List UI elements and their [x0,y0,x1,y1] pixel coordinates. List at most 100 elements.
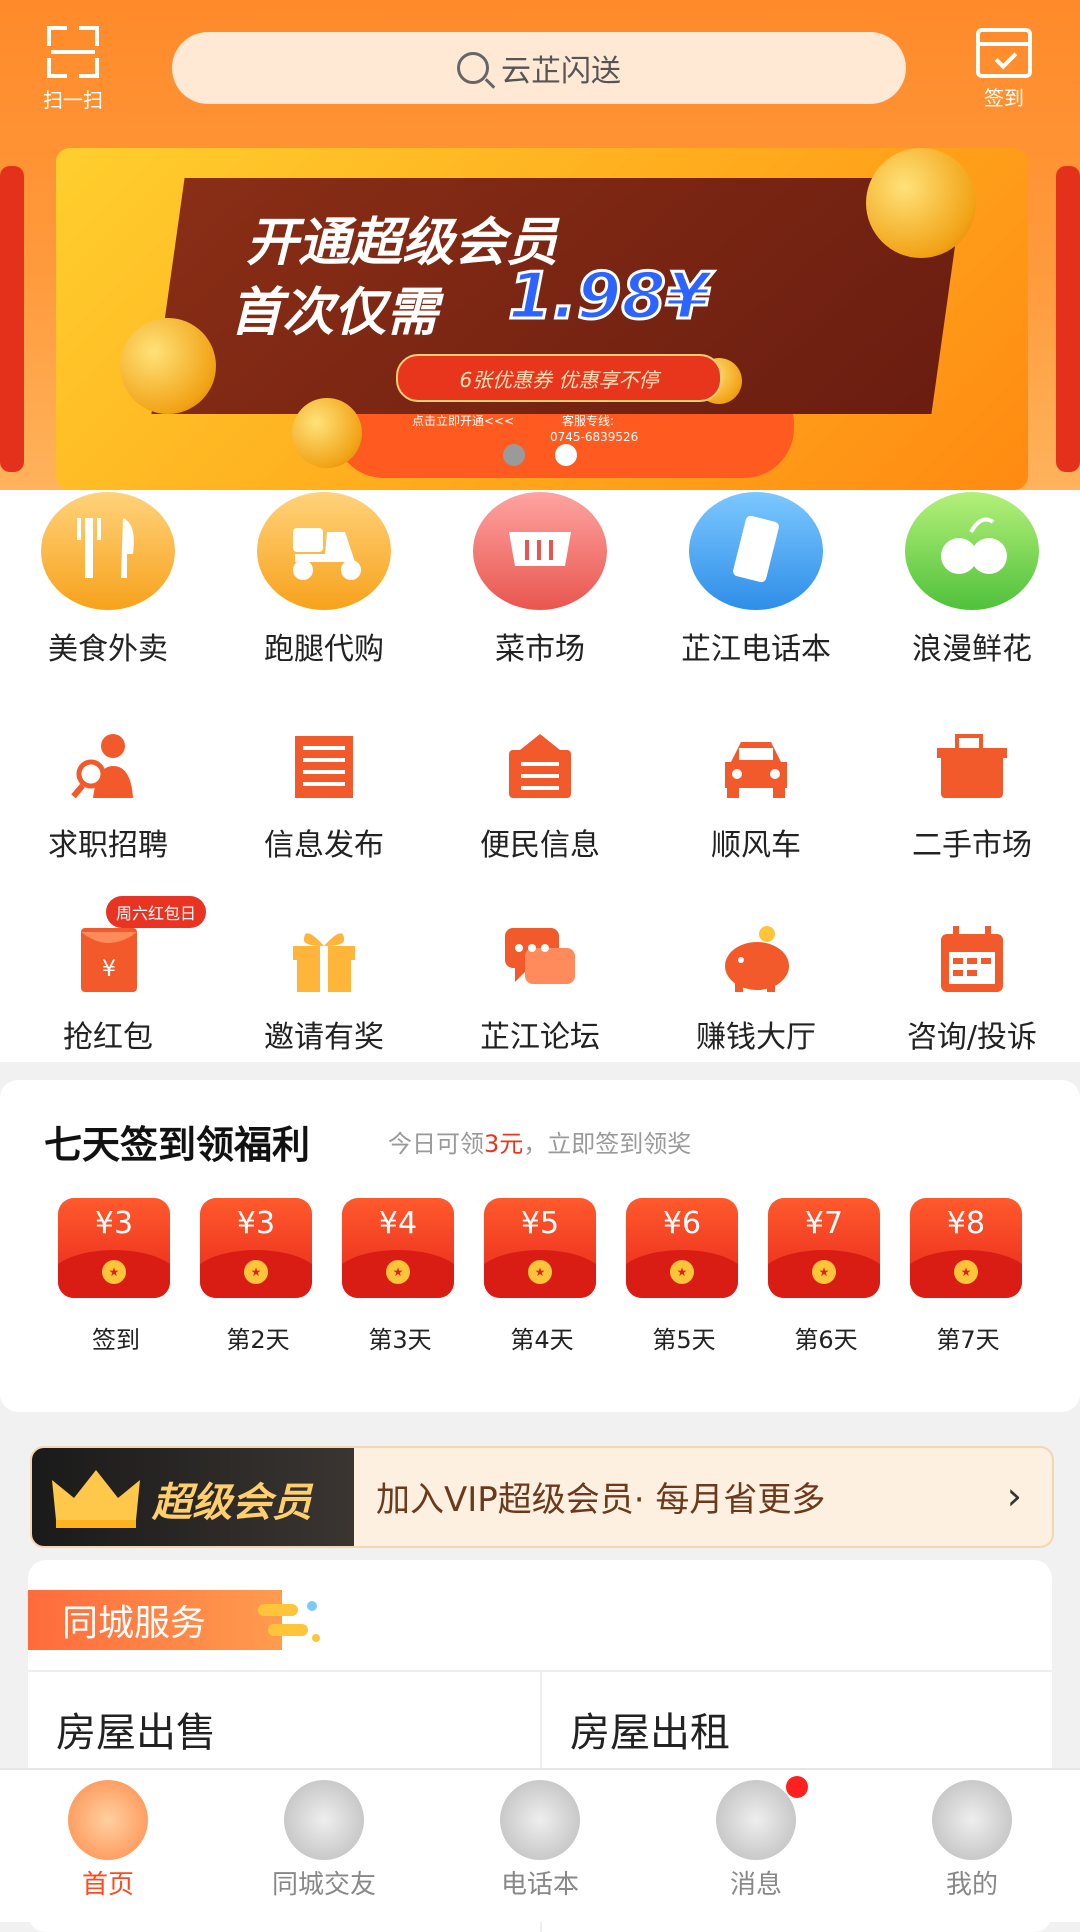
grid-item-rideshare[interactable]: 顺风车 [648,732,864,864]
header: 扫一扫 云芷闪送 签到 开通超级会员 首次仅需 1.98¥ 6张优惠券 优惠享不… [0,0,1080,490]
scan-label: 扫一扫 [43,88,103,112]
car-icon [717,732,795,802]
day-label: 第6天 [794,1326,858,1354]
carousel-dot[interactable] [503,444,526,466]
nav-label: 消息 [729,1870,782,1900]
star-seal-icon: ★ [528,1260,552,1284]
nav-label: 我的 [945,1870,998,1900]
star-seal-icon: ★ [244,1260,268,1284]
coupon-pill: 6张优惠券 优惠享不停 [396,354,722,402]
newspaper-icon [285,732,363,802]
checkin-day[interactable]: ¥3 ★ 第2天 [200,1198,316,1355]
bottom-nav: 首页 同城交友 电话本 消息 我的 [0,1768,1080,1922]
nav-home[interactable]: 首页 [0,1780,216,1901]
grid-label: 跑腿代购 [264,632,384,667]
carousel-dot-active[interactable] [554,444,577,466]
hotline-label: 客服专线: [562,414,615,428]
search-input[interactable]: 云芷闪送 [172,32,906,104]
star-seal-icon: ★ [812,1260,836,1284]
grid-label: 芷江论坛 [480,1020,600,1055]
hotline-number: 0745-6839526 [550,430,639,444]
fan-icon [716,1780,796,1860]
grid-label: 芷江电话本 [681,632,831,667]
search-icon [457,52,489,84]
star-seal-icon: ★ [954,1260,978,1284]
checkin-day[interactable]: ¥8 ★ 第7天 [910,1198,1026,1355]
scan-button[interactable]: 扫一扫 [28,26,118,113]
checkin-card-title: 七天签到领福利 [44,1123,311,1167]
day-amount: ¥7 [804,1206,844,1241]
red-envelope-icon: ¥4 ★ [342,1198,454,1298]
service-house-rent[interactable]: 房屋出租 [570,1700,730,1758]
promo-banner[interactable]: 开通超级会员 首次仅需 1.98¥ 6张优惠券 优惠享不停 点击立即开通<<< … [56,148,1028,490]
grid-label: 咨询/投诉 [906,1020,1038,1055]
checkin-day[interactable]: ¥4 ★ 第3天 [342,1198,458,1355]
day-amount: ¥8 [946,1206,986,1241]
calendar-icon [933,924,1011,994]
saturday-redpacket-badge: 周六红包日 [106,896,207,928]
grid-item-flowers[interactable]: 浪漫鲜花 [864,492,1080,668]
grid-item-phonebook[interactable]: 芷江电话本 [648,492,864,668]
nav-mine[interactable]: 我的 [864,1780,1080,1901]
checkin-day[interactable]: ¥7 ★ 第6天 [768,1198,884,1355]
shopping-basket-icon [473,492,607,610]
service-grid: 美食外卖 跑腿代购 菜市场 芷江电话本 浪漫鲜花 求职招聘 信息发布 便民信息 … [0,490,1080,1062]
nav-phonebook[interactable]: 电话本 [432,1780,648,1901]
subtitle-amount: 3元 [484,1130,524,1158]
scan-icon [47,26,99,78]
grid-item-market[interactable]: 菜市场 [432,492,648,668]
second-hand-box-icon [933,732,1011,802]
day-label: 第5天 [652,1326,716,1354]
piggy-bank-icon [717,924,795,994]
grid-item-jobs[interactable]: 求职招聘 [0,732,216,864]
nav-label: 首页 [81,1870,134,1900]
next-banner-peek[interactable] [1056,166,1080,472]
nav-label: 同城交友 [271,1870,376,1900]
checkin-day[interactable]: ¥5 ★ 第4天 [484,1198,600,1355]
year-2022-icon [500,1780,580,1860]
day-label: 第4天 [510,1326,574,1354]
unread-dot [786,1776,808,1798]
banner-title-2: 首次仅需 [230,283,439,343]
red-envelope-icon: ¥3 ★ [58,1198,170,1298]
chevron-right-icon: › [1006,1474,1022,1518]
grid-item-errand[interactable]: 跑腿代购 [216,492,432,668]
subtitle-prefix: 今日可领 [388,1130,484,1158]
grid-item-invite[interactable]: 邀请有奖 [216,924,432,1056]
grid-item-forum[interactable]: 芷江论坛 [432,924,648,1056]
checkin-card-subtitle[interactable]: 今日可领3元，立即签到领奖 [388,1124,691,1159]
grid-item-redpacket[interactable]: ¥ 抢红包 [0,924,216,1056]
grid-item-publish[interactable]: 信息发布 [216,732,432,864]
coin-stack-icon [120,318,216,414]
flower-icon [905,492,1039,610]
checkin-day[interactable]: ¥6 ★ 第5天 [626,1198,742,1355]
star-seal-icon: ★ [102,1260,126,1284]
checkin-day[interactable]: ¥3 ★ 签到 [58,1198,174,1355]
ancient-coin-icon [932,1780,1012,1860]
grid-item-secondhand[interactable]: 二手市场 [864,732,1080,864]
grid-item-earn[interactable]: 赚钱大厅 [648,924,864,1056]
grid-item-food[interactable]: 美食外卖 [0,492,216,668]
vip-text: 加入VIP超级会员· 每月省更多 [376,1480,826,1520]
grid-label: 抢红包 [63,1020,153,1055]
service-house-sale[interactable]: 房屋出售 [56,1700,216,1758]
subtitle-suffix: ，立即签到领奖 [523,1130,692,1158]
prev-banner-peek[interactable] [0,166,24,472]
vip-banner[interactable]: 超级会员 加入VIP超级会员· 每月省更多 › [30,1446,1054,1548]
seven-day-checkin-card: 七天签到领福利 今日可领3元，立即签到领奖 ¥3 ★ 签到 ¥3 ★ 第2天 ¥4 ★… [0,1080,1080,1412]
decor-dots-icon [258,1601,320,1642]
day-amount: ¥3 [236,1206,276,1241]
day-amount: ¥6 [662,1206,702,1241]
nav-messages[interactable]: 消息 [648,1780,864,1901]
red-envelope-icon: ¥8 ★ [910,1198,1022,1298]
grid-item-complaint[interactable]: 咨询/投诉 [864,924,1080,1056]
day-amount: ¥3 [94,1206,134,1241]
day-amount: ¥4 [378,1206,418,1241]
day-label: 签到 [92,1326,140,1354]
coin-icon [284,1780,364,1860]
checkin-button[interactable]: 签到 [964,28,1044,111]
nav-dating[interactable]: 同城交友 [216,1780,432,1901]
grid-label: 赚钱大厅 [696,1020,816,1055]
day-label: 第7天 [936,1326,1000,1354]
grid-item-convenience[interactable]: 便民信息 [432,732,648,864]
